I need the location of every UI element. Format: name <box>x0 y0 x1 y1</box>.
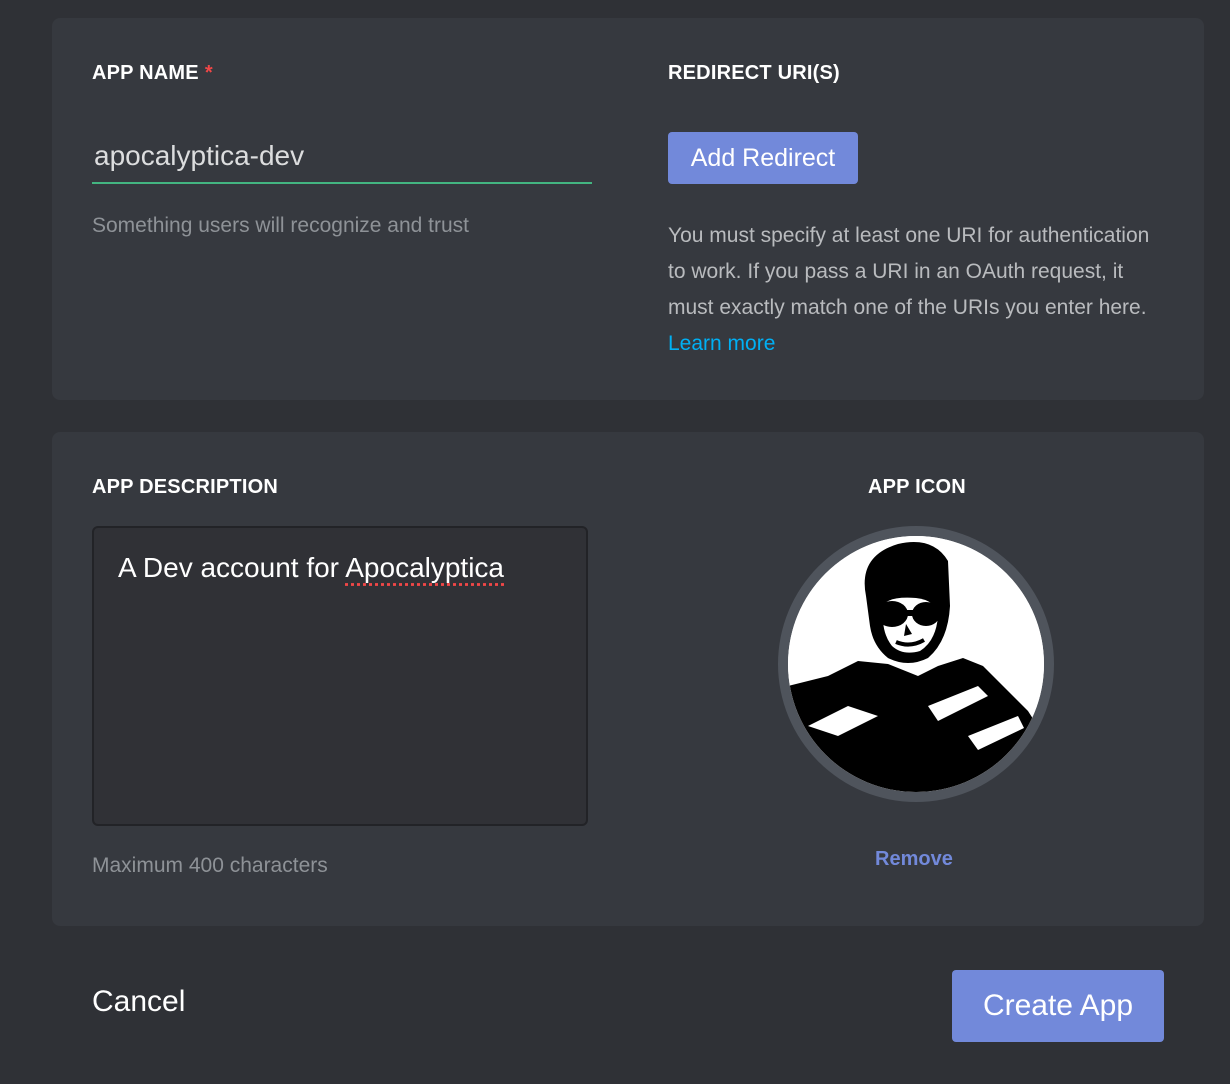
app-icon-upload[interactable] <box>778 526 1054 802</box>
create-app-button[interactable]: Create App <box>952 970 1164 1042</box>
app-icon-label: APP ICON <box>868 476 966 498</box>
app-details-card: APP DESCRIPTION A Dev account for Apocal… <box>52 432 1204 926</box>
learn-more-link[interactable]: Learn more <box>668 332 775 355</box>
app-name-input[interactable] <box>92 130 592 184</box>
redirect-help-text: You must specify at least one URI for au… <box>668 224 1150 355</box>
cancel-button[interactable]: Cancel <box>92 985 185 1019</box>
app-description-label: APP DESCRIPTION <box>92 476 278 498</box>
app-avatar-image <box>788 536 1044 792</box>
app-info-card: APP NAME* Something users will recognize… <box>52 18 1204 400</box>
description-limit-hint: Maximum 400 characters <box>92 854 328 877</box>
add-redirect-button[interactable]: Add Redirect <box>668 132 858 184</box>
remove-icon-button[interactable]: Remove <box>875 848 953 871</box>
spellcheck-flagged-word: Apocalyptica <box>345 552 505 583</box>
required-asterisk: * <box>204 62 213 84</box>
app-name-label: APP NAME * <box>92 62 213 84</box>
app-name-hint: Something users will recognize and trust <box>92 214 470 237</box>
app-description-textarea[interactable]: A Dev account for Apocalyptica <box>92 526 588 826</box>
redirect-uris-label: REDIRECT URI(S) <box>668 62 840 84</box>
